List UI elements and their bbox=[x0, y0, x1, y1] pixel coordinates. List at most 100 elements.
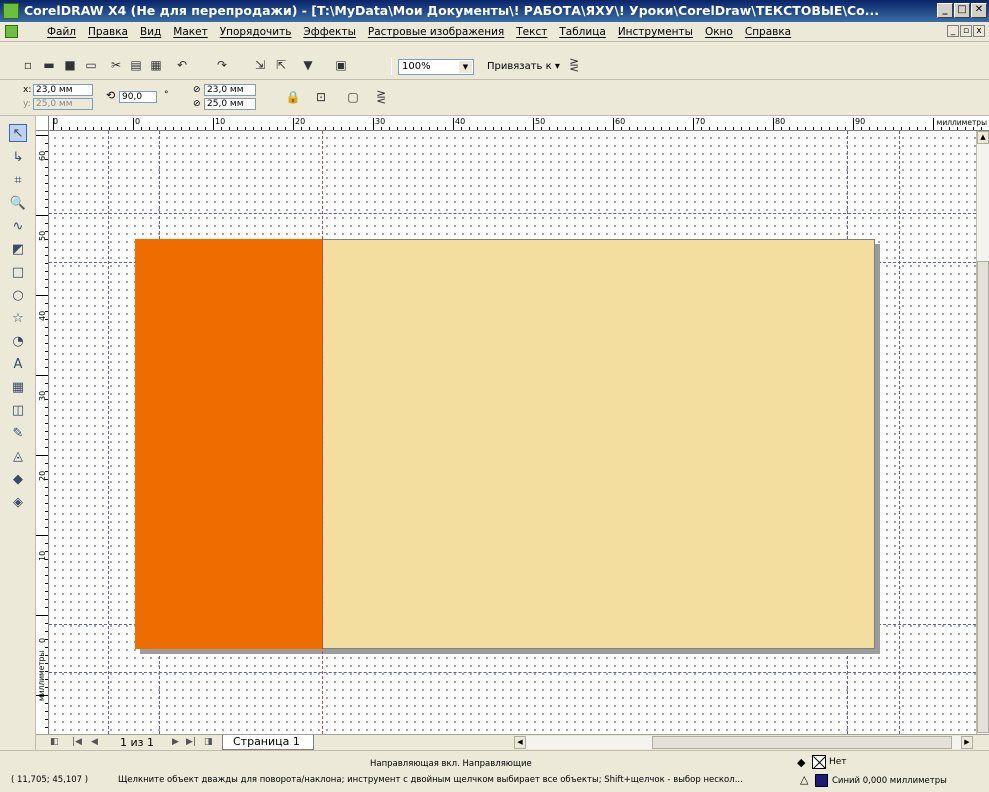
scroll-left-icon[interactable]: ◀ bbox=[514, 736, 526, 749]
freehand-tool-icon[interactable]: ∿ bbox=[9, 218, 27, 236]
menu-edit[interactable]: Правка bbox=[82, 22, 134, 42]
shape-tool-icon[interactable]: ↳ bbox=[9, 149, 27, 167]
fill-tool-icon[interactable]: ◆ bbox=[9, 471, 27, 489]
menu-window[interactable]: Окно bbox=[699, 22, 739, 42]
center-y-field[interactable]: 25,0 мм bbox=[204, 98, 256, 110]
menu-file[interactable]: Файл bbox=[41, 22, 82, 42]
ruler-tick bbox=[949, 127, 950, 130]
export-icon[interactable]: ⇱ bbox=[273, 57, 289, 73]
menu-text[interactable]: Текст bbox=[510, 22, 553, 42]
paste-icon[interactable]: ▦ bbox=[148, 57, 164, 73]
outline-tool-icon[interactable]: ◬ bbox=[9, 448, 27, 466]
menu-tools[interactable]: Инструменты bbox=[612, 22, 699, 42]
menu-layout[interactable]: Макет bbox=[167, 22, 213, 42]
copy-icon[interactable]: ▤ bbox=[128, 57, 144, 73]
save-icon[interactable]: ■ bbox=[62, 57, 78, 73]
ruler-tick bbox=[829, 127, 830, 130]
maximize-button[interactable]: □ bbox=[954, 3, 970, 18]
center-x-field[interactable]: 23,0 мм bbox=[204, 84, 256, 96]
tab-page-1[interactable]: Страница 1 bbox=[222, 735, 314, 750]
ruler-tick bbox=[429, 127, 430, 130]
doc-close-button[interactable]: x bbox=[973, 25, 985, 37]
vertical-guideline[interactable] bbox=[108, 131, 109, 734]
ruler-tick bbox=[629, 127, 630, 130]
next-page-icon[interactable]: ▶ bbox=[172, 736, 179, 749]
menu-arrange[interactable]: Упорядочить bbox=[214, 22, 298, 42]
toolbox: ↖ ↳ ⌗ 🔍 ∿ ◩ □ ○ ☆ ◔ A ▦ ◫ ✎ ◬ ◆ ◈ bbox=[0, 116, 36, 750]
last-page-icon[interactable]: ▶| bbox=[186, 736, 196, 749]
y-position-field[interactable]: 25,0 мм bbox=[33, 98, 93, 110]
apply-duplicate-icon[interactable]: ▢ bbox=[345, 89, 361, 105]
zoom-levels-select[interactable]: 100% ▼ bbox=[398, 59, 474, 75]
options-icon[interactable]: ⋛ bbox=[373, 89, 389, 105]
ellipse-tool-icon[interactable]: ○ bbox=[9, 287, 27, 305]
application-launcher-icon[interactable]: ▼ bbox=[300, 57, 316, 73]
text-tool-icon[interactable]: A bbox=[9, 356, 27, 374]
rotation-angle-field[interactable]: 90,0 bbox=[119, 91, 157, 103]
chevron-down-icon[interactable]: ▼ bbox=[459, 61, 472, 73]
open-icon[interactable]: ▬ bbox=[41, 57, 57, 73]
scroll-up-icon[interactable]: ▲ bbox=[977, 131, 989, 144]
options-icon[interactable]: ⋛ bbox=[566, 57, 582, 73]
coreldraw-app-icon[interactable] bbox=[3, 3, 19, 19]
menu-table[interactable]: Таблица bbox=[553, 22, 611, 42]
outline-color-swatch[interactable] bbox=[815, 774, 828, 787]
horizontal-scrollbar[interactable]: ◀ ▶ bbox=[514, 736, 973, 749]
ruler-origin[interactable] bbox=[36, 116, 49, 131]
snap-to-dropdown[interactable]: Привязать к ▾ bbox=[487, 59, 560, 75]
table-tool-icon[interactable]: ▦ bbox=[9, 379, 27, 397]
add-page-icon[interactable]: ◧ bbox=[50, 736, 59, 749]
menu-effects[interactable]: Эффекты bbox=[297, 22, 362, 42]
polygon-tool-icon[interactable]: ☆ bbox=[9, 310, 27, 328]
lock-icon[interactable]: 🔒 bbox=[285, 89, 301, 105]
zoom-tool-icon[interactable]: 🔍 bbox=[9, 195, 27, 213]
horizontal-scroll-thumb[interactable] bbox=[652, 736, 952, 749]
menu-bitmaps[interactable]: Растровые изображения bbox=[362, 22, 510, 42]
welcome-screen-icon[interactable]: ▣ bbox=[333, 57, 349, 73]
document-icon[interactable] bbox=[5, 25, 18, 38]
vertical-ruler[interactable]: 60 50 40 30 20 10 0 миллиметры bbox=[36, 131, 49, 734]
horizontal-guideline[interactable] bbox=[49, 672, 976, 673]
crop-tool-icon[interactable]: ⌗ bbox=[9, 172, 27, 190]
vertical-scrollbar[interactable]: ▲ bbox=[976, 131, 989, 734]
selected-guideline[interactable] bbox=[322, 131, 323, 734]
first-page-icon[interactable]: |◀ bbox=[72, 736, 82, 749]
doc-restore-button[interactable]: ▫ bbox=[960, 25, 972, 37]
vertical-scroll-thumb[interactable] bbox=[977, 261, 989, 733]
new-document-icon[interactable]: ▫ bbox=[20, 57, 36, 73]
relative-center-icon[interactable]: ⊡ bbox=[313, 89, 329, 105]
print-icon[interactable]: ▭ bbox=[83, 57, 99, 73]
smart-fill-icon[interactable]: ◩ bbox=[9, 241, 27, 259]
menu-view[interactable]: Вид bbox=[134, 22, 167, 42]
ruler-tick bbox=[973, 127, 974, 130]
outline-pen-icon[interactable]: △ bbox=[800, 773, 808, 786]
fill-bucket-icon[interactable]: ◆ bbox=[797, 756, 805, 769]
drawing-canvas[interactable] bbox=[49, 131, 976, 734]
interactive-blend-icon[interactable]: ◫ bbox=[9, 402, 27, 420]
vertical-guideline[interactable] bbox=[899, 131, 900, 734]
orange-rectangle[interactable] bbox=[135, 239, 323, 649]
scroll-right-icon[interactable]: ▶ bbox=[961, 736, 973, 749]
x-position-field[interactable]: 23,0 мм bbox=[33, 84, 93, 96]
add-page-after-icon[interactable]: ◨ bbox=[204, 736, 213, 749]
pick-tool-icon[interactable]: ↖ bbox=[9, 124, 27, 142]
rectangle-tool-icon[interactable]: □ bbox=[9, 264, 27, 282]
horizontal-guideline[interactable] bbox=[49, 213, 976, 214]
doc-minimize-button[interactable]: _ bbox=[947, 25, 959, 37]
basic-shapes-icon[interactable]: ◔ bbox=[9, 333, 27, 351]
ruler-tick bbox=[285, 127, 286, 130]
import-icon[interactable]: ⇲ bbox=[252, 57, 268, 73]
ruler-tick bbox=[45, 359, 48, 360]
redo-icon[interactable]: ↷ bbox=[214, 57, 230, 73]
eyedropper-icon[interactable]: ✎ bbox=[9, 425, 27, 443]
interactive-fill-icon[interactable]: ◈ bbox=[9, 494, 27, 512]
menu-help[interactable]: Справка bbox=[739, 22, 797, 42]
prev-page-icon[interactable]: ◀ bbox=[91, 736, 98, 749]
undo-icon[interactable]: ↶ bbox=[174, 57, 190, 73]
horizontal-ruler[interactable]: 0 0 10 20 30 40 50 60 70 80 90 миллиметр… bbox=[49, 116, 989, 131]
title-bar[interactable]: CorelDRAW X4 (Не для перепродажи) - [T:\… bbox=[0, 0, 989, 22]
close-button[interactable]: ✕ bbox=[971, 3, 987, 18]
minimize-button[interactable]: _ bbox=[937, 3, 953, 18]
no-fill-swatch[interactable] bbox=[812, 755, 826, 769]
cut-icon[interactable]: ✂ bbox=[108, 57, 124, 73]
